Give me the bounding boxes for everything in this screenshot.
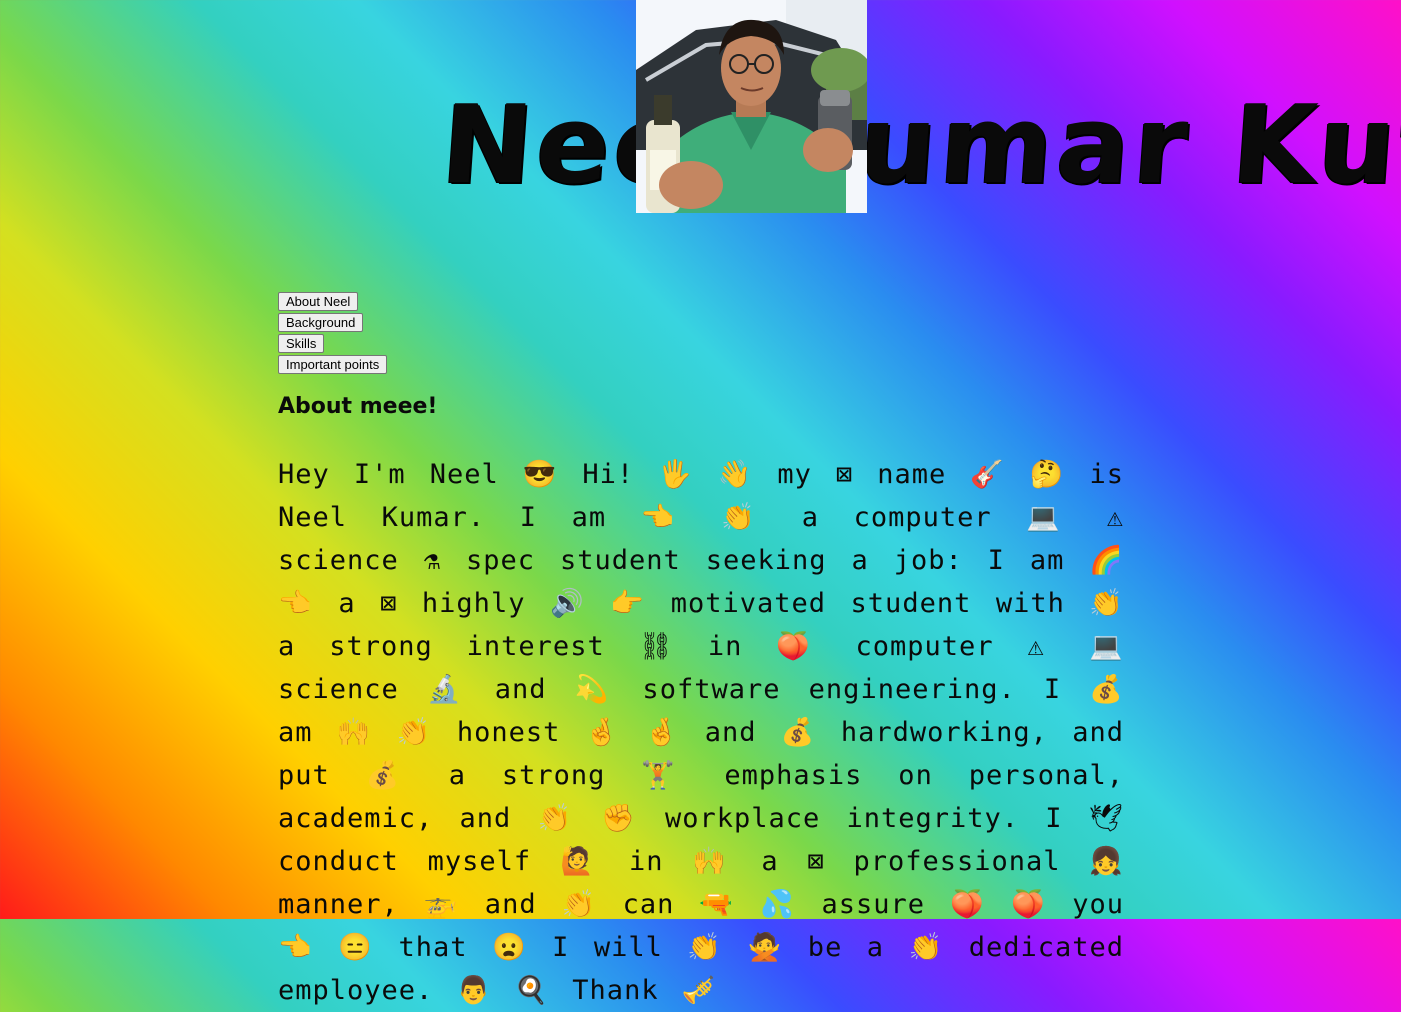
about-paragraph: Hey I'm Neel 😎 Hi! 🖐 👋 my ⊠ name 🎸 🤔 is …	[278, 459, 1124, 1006]
section-heading: About meee!	[278, 394, 438, 419]
skills-button[interactable]: Skills	[278, 334, 325, 353]
section-nav: About Neel Background Skills Important p…	[278, 292, 388, 374]
header: Neel Kumar Kute	[0, 0, 1401, 260]
important-points-button[interactable]: Important points	[278, 355, 388, 374]
background-button[interactable]: Background	[278, 313, 364, 332]
about-neel-button[interactable]: About Neel	[278, 292, 359, 311]
profile-photo-image	[636, 0, 867, 213]
profile-photo	[636, 0, 867, 213]
page-title: Neel Kumar Kute	[437, 83, 1401, 208]
